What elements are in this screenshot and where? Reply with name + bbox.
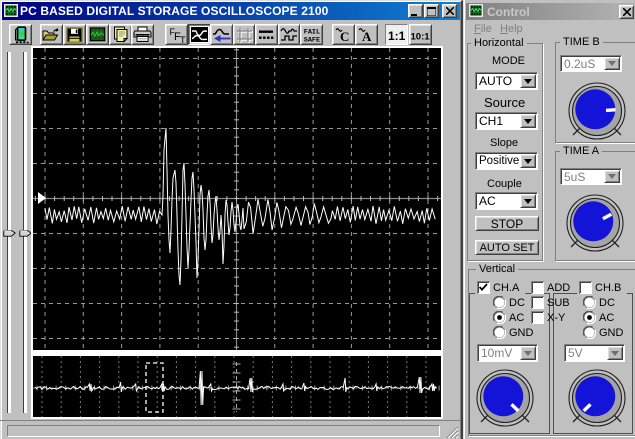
svg-text:C: C <box>340 29 349 44</box>
svg-text:10:1: 10:1 <box>410 31 430 42</box>
svg-text:SAFE: SAFE <box>304 36 320 44</box>
svg-text:FAIL: FAIL <box>304 28 320 36</box>
svg-text:1:1: 1:1 <box>388 29 406 43</box>
svg-text:T: T <box>180 35 186 44</box>
svg-text:A: A <box>362 29 372 44</box>
